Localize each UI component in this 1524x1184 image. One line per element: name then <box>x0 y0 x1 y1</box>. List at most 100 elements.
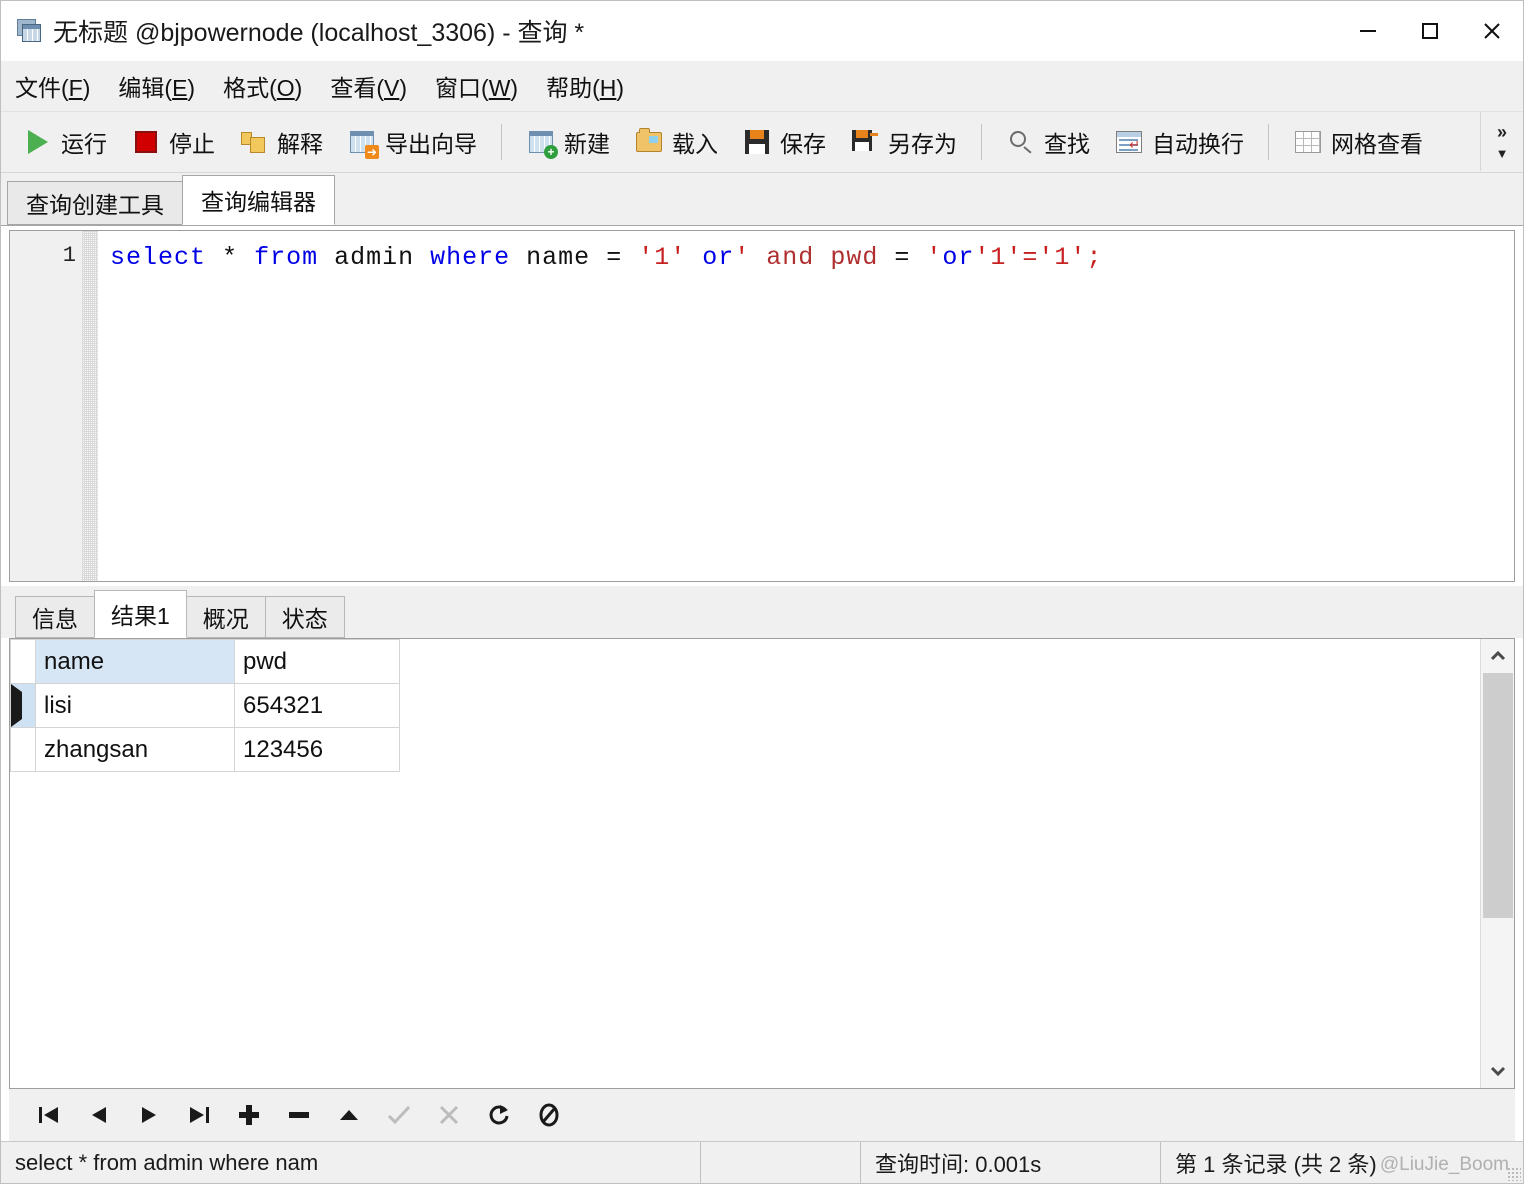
menu-mnemonic: E <box>172 75 188 101</box>
word-wrap-button[interactable]: ↵ 自动换行 <box>1102 119 1256 165</box>
scroll-down-icon[interactable] <box>1480 1054 1514 1088</box>
menu-item-window[interactable]: 窗口(W) <box>435 65 532 107</box>
editor-tab-strip: 查询创建工具 查询编辑器 <box>1 173 1523 226</box>
sql-token: = <box>606 243 623 272</box>
sql-token: = <box>894 243 911 272</box>
sql-token: pwd <box>830 243 879 272</box>
move-up-button[interactable] <box>334 1100 364 1130</box>
stop-loading-button[interactable] <box>534 1100 564 1130</box>
menu-item-edit[interactable]: 编辑(E) <box>118 65 209 107</box>
sql-token: * <box>222 243 239 272</box>
scrollbar-thumb[interactable] <box>1482 673 1513 918</box>
cell-pwd[interactable]: 654321 <box>234 683 400 728</box>
table-row[interactable]: lisi 654321 <box>10 683 400 728</box>
column-header-pwd[interactable]: pwd <box>234 639 400 684</box>
menu-item-file[interactable]: 文件(F) <box>15 65 104 107</box>
next-record-button[interactable] <box>134 1100 164 1130</box>
delete-record-button[interactable] <box>284 1100 314 1130</box>
play-icon <box>23 127 53 157</box>
load-button[interactable]: 载入 <box>622 119 730 165</box>
save-icon <box>742 127 772 157</box>
save-button-label: 保存 <box>780 131 826 157</box>
run-button-label: 运行 <box>61 131 107 157</box>
tab-profile[interactable]: 概况 <box>185 596 266 638</box>
explain-button[interactable]: 解释 <box>227 119 335 165</box>
grid-view-button[interactable]: 网格查看 <box>1281 119 1435 165</box>
minimize-icon[interactable] <box>1337 1 1399 61</box>
column-header-name[interactable]: name <box>35 639 235 684</box>
run-button[interactable]: 运行 <box>11 119 119 165</box>
maximize-icon[interactable] <box>1399 1 1461 61</box>
stop-button[interactable]: 停止 <box>119 119 227 165</box>
tab-query-editor[interactable]: 查询编辑器 <box>182 175 335 225</box>
row-marker[interactable] <box>10 727 36 772</box>
menu-item-help[interactable]: 帮助(H) <box>546 65 638 107</box>
tab-label: 查询编辑器 <box>201 189 316 215</box>
grid-body: lisi 654321 zhangsan 123456 <box>10 683 400 772</box>
resize-grip-icon[interactable] <box>1507 1167 1521 1181</box>
first-record-button[interactable] <box>34 1100 64 1130</box>
word-wrap-icon: ↵ <box>1114 127 1144 157</box>
find-button[interactable]: 查找 <box>994 119 1102 165</box>
previous-record-button[interactable] <box>84 1100 114 1130</box>
cell-name[interactable]: zhangsan <box>35 727 235 772</box>
new-button-label: 新建 <box>564 131 610 157</box>
sql-token: name <box>526 243 591 272</box>
word-wrap-button-label: 自动换行 <box>1152 131 1244 157</box>
toolbar-separator <box>501 124 502 160</box>
sql-token: where <box>430 243 511 272</box>
result-grid-scroll-host: name pwd lisi 654321 zhangsan 123456 <box>10 639 1480 1088</box>
scrollbar-track[interactable] <box>1481 673 1515 1054</box>
menu-item-view[interactable]: 查看(V) <box>330 65 421 107</box>
apply-changes-button[interactable] <box>384 1100 414 1130</box>
toolbar-separator <box>981 124 982 160</box>
menu-label: 编辑 <box>118 75 165 101</box>
status-query-time: 查询时间: 0.001s <box>861 1141 1161 1184</box>
refresh-button[interactable] <box>484 1100 514 1130</box>
new-button[interactable]: + 新建 <box>514 119 622 165</box>
close-icon[interactable] <box>1461 1 1523 61</box>
scroll-up-icon[interactable] <box>1480 639 1514 673</box>
save-button[interactable]: 保存 <box>730 119 838 165</box>
result-data-grid[interactable]: name pwd lisi 654321 zhangsan 123456 <box>10 639 400 772</box>
result-tab-label: 状态 <box>281 606 328 632</box>
title-bar: 无标题 @bjpowernode (localhost_3306) - 查询 * <box>1 1 1523 61</box>
last-record-button[interactable] <box>184 1100 214 1130</box>
menu-mnemonic: O <box>276 75 295 101</box>
new-query-icon: + <box>526 127 558 159</box>
grid-vertical-scrollbar[interactable] <box>1480 639 1514 1088</box>
save-as-button[interactable]: 另存为 <box>838 119 969 165</box>
menu-mnemonic: V <box>384 75 400 101</box>
sql-code-text[interactable]: select * from admin where name = '1' or'… <box>98 231 1514 581</box>
stop-icon <box>131 127 161 157</box>
menu-item-format[interactable]: 格式(O) <box>223 65 316 107</box>
tab-status[interactable]: 状态 <box>264 596 345 638</box>
tab-result1[interactable]: 结果1 <box>94 590 187 638</box>
sql-editor[interactable]: 1 select * from admin where name = '1' o… <box>9 230 1515 582</box>
result-tab-strip: 信息 结果1 概况 状态 <box>1 586 1523 638</box>
table-row[interactable]: zhangsan 123456 <box>10 727 400 772</box>
add-record-button[interactable] <box>234 1100 264 1130</box>
menu-label: 窗口 <box>435 75 482 101</box>
main-toolbar: 运行 停止 解释 ➜ 导出向导 + 新建 载入 保存 另存为 查找 ↵ 自动换行… <box>1 112 1523 173</box>
export-wizard-button[interactable]: ➜ 导出向导 <box>335 119 489 165</box>
sql-token: admin <box>334 243 415 272</box>
title-bar-left: 无标题 @bjpowernode (localhost_3306) - 查询 * <box>1 13 1337 49</box>
toolbar-overflow-button[interactable]: » ▼ <box>1480 112 1523 171</box>
sql-token: ' <box>926 243 943 272</box>
tab-query-builder[interactable]: 查询创建工具 <box>7 181 183 225</box>
window-controls <box>1337 1 1523 61</box>
export-wizard-icon: ➜ <box>347 127 379 159</box>
cell-name[interactable]: lisi <box>35 683 235 728</box>
cell-pwd[interactable]: 123456 <box>234 727 400 772</box>
tab-info[interactable]: 信息 <box>15 596 95 638</box>
row-marker-current[interactable] <box>10 683 36 728</box>
cancel-changes-button[interactable] <box>434 1100 464 1130</box>
